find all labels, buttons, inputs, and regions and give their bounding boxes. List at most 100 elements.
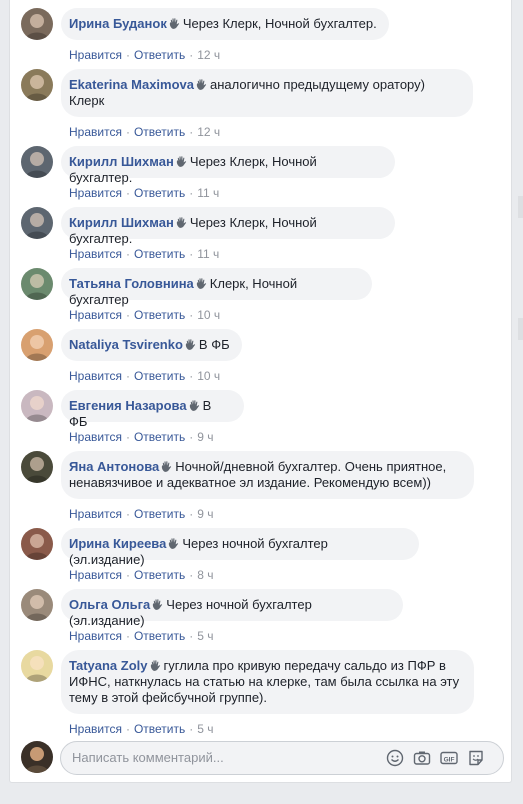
comment-author[interactable]: Татьяна Головнина — [69, 276, 194, 291]
reply-link[interactable]: Ответить — [134, 48, 185, 62]
like-link[interactable]: Нравится — [69, 125, 122, 139]
comment-text: гуглила про кривую передачу сальдо из ПФ… — [163, 658, 446, 673]
comment-time[interactable]: 5 ч — [197, 722, 213, 736]
separator-dot: · — [189, 125, 194, 139]
comment-time[interactable]: 12 ч — [197, 48, 220, 62]
reply-link[interactable]: Ответить — [134, 186, 185, 200]
avatar[interactable] — [21, 451, 53, 483]
comment-bubble: Яна Антонова Ночной/дневной бухгалтер. Оч… — [61, 451, 474, 499]
like-link[interactable]: Нравится — [69, 308, 122, 322]
scroll-marker — [518, 318, 523, 340]
comment-text: Через Клерк, Ночной бухгалтер. — [182, 16, 377, 31]
like-link[interactable]: Нравится — [69, 629, 122, 643]
camera-icon[interactable] — [413, 749, 431, 767]
emoji-icon[interactable] — [386, 749, 404, 767]
separator-dot: · — [189, 308, 194, 322]
separator-dot: · — [189, 247, 194, 261]
like-link[interactable]: Нравится — [69, 186, 122, 200]
wave-icon — [176, 217, 186, 228]
comment-author[interactable]: Ольга Ольга — [69, 597, 150, 612]
comment-time[interactable]: 8 ч — [197, 568, 213, 582]
reply-link[interactable]: Ответить — [134, 247, 185, 261]
reply-link[interactable]: Ответить — [134, 568, 185, 582]
avatar[interactable] — [21, 390, 53, 422]
reply-link[interactable]: Ответить — [134, 722, 185, 736]
wave-icon — [185, 339, 196, 350]
wave-icon — [162, 461, 172, 472]
comment-bubble: Евгения Назарова В ФБ — [61, 390, 244, 429]
comment-time[interactable]: 5 ч — [197, 629, 213, 643]
like-link[interactable]: Нравится — [69, 430, 122, 444]
like-link[interactable]: Нравится — [69, 48, 122, 62]
comment-actions: Нравится · Ответить · 11 ч — [69, 186, 219, 200]
separator-dot: · — [189, 629, 194, 643]
avatar[interactable] — [21, 589, 53, 621]
avatar[interactable] — [21, 741, 53, 773]
comment-author[interactable]: Ekaterina Maximova — [69, 77, 194, 92]
reply-link[interactable]: Ответить — [134, 125, 185, 139]
wave-icon — [189, 400, 199, 411]
avatar[interactable] — [21, 329, 53, 361]
comment-actions: Нравится · Ответить · 12 ч — [69, 125, 220, 139]
separator-dot: · — [189, 568, 194, 582]
separator-dot: · — [189, 430, 194, 444]
comment-time[interactable]: 9 ч — [197, 430, 213, 444]
wave-icon — [169, 538, 179, 549]
avatar[interactable] — [21, 528, 53, 560]
comment-author[interactable]: Nataliya Tsvirenko — [69, 337, 183, 352]
comment-bubble: Ирина Буданок Через Клерк, Ночной бухгалт… — [61, 8, 389, 40]
comment-time[interactable]: 12 ч — [197, 125, 220, 139]
separator-dot: · — [125, 568, 130, 582]
comment-actions: Нравится · Ответить · 9 ч — [69, 507, 214, 521]
separator-dot: · — [125, 308, 130, 322]
like-link[interactable]: Нравится — [69, 568, 122, 582]
comment-text: ИФНС, наткнулась на статью на клерке, та… — [69, 674, 460, 689]
like-link[interactable]: Нравится — [69, 722, 122, 736]
separator-dot: · — [125, 186, 130, 200]
comment-text: ненавязчивое и адекватное эл издание. Ре… — [69, 475, 431, 490]
reply-link[interactable]: Ответить — [134, 507, 185, 521]
comment-author[interactable]: Евгения Назарова — [69, 398, 187, 413]
comment-author[interactable]: Кирилл Шихман — [69, 215, 174, 230]
separator-dot: · — [125, 247, 130, 261]
comment-author[interactable]: Яна Антонова — [69, 459, 159, 474]
comment-time[interactable]: 9 ч — [197, 507, 213, 521]
avatar[interactable] — [21, 268, 53, 300]
comment-time[interactable]: 11 ч — [197, 186, 219, 200]
comment-author[interactable]: Ирина Киреева — [69, 536, 166, 551]
comment-actions: Нравится · Ответить · 10 ч — [69, 308, 220, 322]
reply-link[interactable]: Ответить — [134, 430, 185, 444]
like-link[interactable]: Нравится — [69, 507, 122, 521]
svg-text:GIF: GIF — [444, 756, 455, 763]
comment-input[interactable]: Написать комментарий... — [60, 741, 504, 775]
separator-dot: · — [125, 125, 130, 139]
avatar[interactable] — [21, 146, 53, 178]
wave-icon — [150, 660, 160, 671]
reply-link[interactable]: Ответить — [134, 308, 185, 322]
comment-actions: Нравится · Ответить · 5 ч — [69, 722, 214, 736]
comment-bubble: Кирилл Шихман Через Клерк, Ночной бухгалт… — [61, 146, 395, 185]
comment-author[interactable]: Кирилл Шихман — [69, 154, 174, 169]
comment-time[interactable]: 11 ч — [197, 247, 219, 261]
comment-actions: Нравится · Ответить · 9 ч — [69, 430, 214, 444]
comment-author[interactable]: Tatyana Zoly — [69, 658, 148, 673]
comment-text: аналогично предыдущему оратору) — [210, 77, 425, 92]
comment-author[interactable]: Ирина Буданок — [69, 16, 167, 31]
comment-actions: Нравится · Ответить · 10 ч — [69, 369, 220, 383]
avatar[interactable] — [21, 8, 53, 40]
avatar[interactable] — [21, 69, 53, 101]
avatar[interactable] — [21, 207, 53, 239]
comment-actions: Нравится · Ответить · 8 ч — [69, 568, 214, 582]
reply-link[interactable]: Ответить — [134, 629, 185, 643]
like-link[interactable]: Нравится — [69, 247, 122, 261]
like-link[interactable]: Нравится — [69, 369, 122, 383]
wave-icon — [196, 278, 206, 289]
sticker-icon[interactable] — [467, 749, 485, 767]
avatar[interactable] — [21, 650, 53, 682]
comment-time[interactable]: 10 ч — [197, 308, 220, 322]
comment-text: Ночной/дневной бухгалтер. Очень приятное… — [175, 459, 447, 474]
separator-dot: · — [125, 48, 130, 62]
comment-time[interactable]: 10 ч — [197, 369, 220, 383]
reply-link[interactable]: Ответить — [134, 369, 185, 383]
gif-icon[interactable]: GIF — [440, 749, 458, 767]
